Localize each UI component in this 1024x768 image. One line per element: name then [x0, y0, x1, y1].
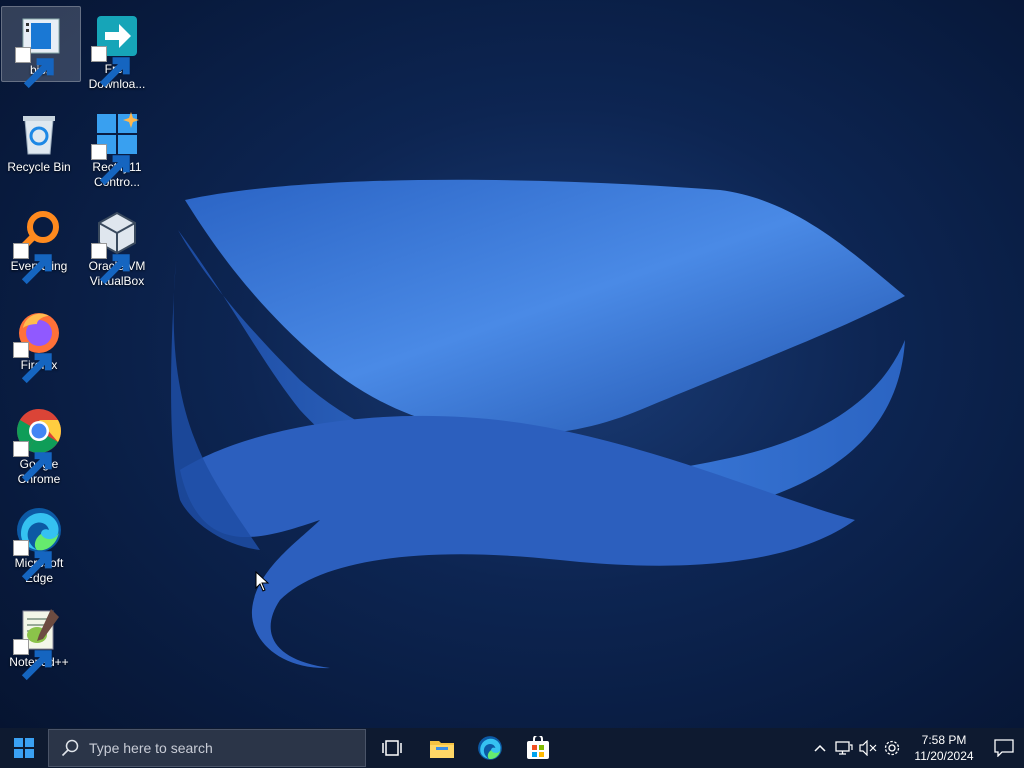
notification-icon — [994, 739, 1014, 757]
microsoft-store-button[interactable] — [514, 728, 562, 768]
task-view-button[interactable] — [368, 728, 416, 768]
edge-icon — [13, 506, 63, 582]
taskbar: Type here to search 7:58 PM 11/20/2024 — [0, 728, 1024, 768]
desktop-icon-virtualbox[interactable]: Oracle VM VirtualBox — [78, 203, 156, 292]
show-hidden-icons-button[interactable] — [808, 728, 832, 768]
notification-center-button[interactable] — [984, 728, 1024, 768]
file-explorer-icon — [430, 741, 454, 758]
desktop-icon-microsoft-edge[interactable]: Microsoft Edge — [0, 500, 78, 589]
file-explorer-button[interactable] — [418, 728, 466, 768]
taskbar-clock[interactable]: 7:58 PM 11/20/2024 — [908, 732, 980, 764]
download-manager-icon — [91, 12, 141, 88]
clock-time: 7:58 PM — [921, 733, 967, 747]
bios-icon — [15, 13, 65, 89]
search-placeholder: Type here to search — [89, 740, 213, 756]
network-button[interactable] — [832, 728, 856, 768]
desktop-icon-label: Recycle Bin — [7, 160, 71, 174]
chevron-up-icon — [814, 744, 826, 752]
taskbar-search-box[interactable]: Type here to search — [48, 729, 366, 767]
notepad-plus-plus-icon — [13, 605, 63, 681]
start-button[interactable] — [0, 728, 48, 768]
desktop-icon-recycle-bin[interactable]: Recycle Bin — [0, 104, 78, 178]
network-icon — [835, 741, 853, 755]
settings-tray-button[interactable] — [880, 728, 904, 768]
desktop-icon-bios[interactable]: bios — [1, 6, 81, 89]
desktop-icon-firefox[interactable]: Firefox — [0, 302, 78, 384]
volume-button[interactable] — [856, 728, 880, 768]
windows-logo-icon — [14, 738, 34, 758]
everything-search-icon — [13, 209, 63, 285]
rectify11-icon — [91, 110, 141, 186]
desktop-icon-rectify11[interactable]: Rectify11 Contro... — [78, 104, 156, 193]
mouse-cursor-icon — [255, 571, 270, 592]
task-view-icon — [382, 740, 402, 756]
volume-muted-icon — [859, 740, 877, 756]
microsoft-store-icon — [527, 736, 549, 759]
desktop-icon-everything[interactable]: Everything — [0, 203, 78, 285]
edge-icon — [478, 736, 502, 760]
desktop-icon-google-chrome[interactable]: Google Chrome — [0, 401, 78, 490]
desktop-icon-notepad-plus-plus[interactable]: Notepad++ — [0, 599, 78, 681]
gear-icon — [884, 740, 900, 756]
firefox-icon — [13, 308, 63, 384]
chrome-icon — [13, 407, 63, 483]
system-tray: 7:58 PM 11/20/2024 — [808, 728, 1024, 768]
recycle-bin-icon — [15, 110, 63, 158]
search-icon — [61, 739, 79, 757]
clock-date: 11/20/2024 — [914, 749, 974, 763]
edge-taskbar-button[interactable] — [466, 728, 514, 768]
desktop-icon-free-download[interactable]: Free Downloa... — [78, 6, 156, 95]
virtualbox-icon — [91, 209, 141, 285]
